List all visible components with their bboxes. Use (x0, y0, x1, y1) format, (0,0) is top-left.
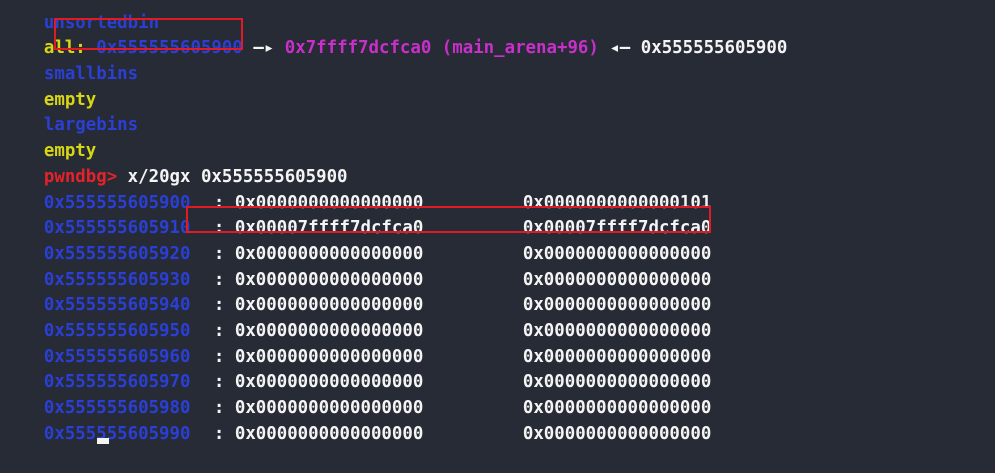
memory-row-address: 0x555555605930 (43, 269, 191, 290)
memory-row-qword-2: 0x0000000000000000 (522, 295, 712, 316)
fd-arrow: —▸ (242, 38, 285, 59)
memory-row-qword-2: 0x0000000000000000 (522, 346, 712, 367)
memory-row-qword-1: 0x0000000000000000 (234, 346, 424, 367)
memory-row-qword-1: 0x0000000000000000 (234, 320, 424, 341)
bk-pointer: 0x555555605900 (640, 38, 788, 59)
smallbins-value: empty (43, 89, 97, 110)
memory-row-qword-1: 0x0000000000000000 (234, 295, 424, 316)
memory-row-qword-1: 0x0000000000000000 (234, 269, 424, 290)
bk-arrow: ◂— (598, 38, 641, 59)
largebins-value: empty (43, 141, 97, 162)
memory-row-address: 0x555555605920 (43, 243, 191, 264)
fd-bk-pointer-highlight (186, 206, 711, 233)
memory-row-qword-2: 0x0000000000000000 (522, 423, 712, 444)
memory-row-qword-1: 0x0000000000000000 (234, 243, 424, 264)
memory-row-qword-1: 0x0000000000000000 (234, 372, 424, 393)
unsortedbin-header-line: unsortedbin (2, 0, 787, 33)
prompt-line[interactable]: pwndbg> x/20gx 0x555555605900 (2, 139, 787, 187)
main-arena-pointer: 0x7ffff7dcfca0 (main_arena+96) (284, 38, 599, 59)
command-text[interactable]: x/20gx 0x555555605900 (117, 167, 348, 187)
memory-row-address: 0x555555605970 (43, 372, 191, 393)
memory-row-address: 0x555555605950 (43, 320, 191, 341)
memory-row-qword-2: 0x0000000000000000 (522, 398, 712, 419)
memory-row-qword-1: 0x0000000000000000 (234, 398, 424, 419)
terminal-cursor (97, 438, 109, 444)
largebins-header: largebins (43, 115, 139, 136)
memory-row-qword-2: 0x0000000000000000 (522, 269, 712, 290)
memory-row-qword-2: 0x0000000000000000 (522, 372, 712, 393)
memory-row-address: 0x555555605980 (43, 398, 191, 419)
memory-row-qword-2: 0x0000000000000000 (522, 243, 712, 264)
unsortedbin-address-highlight (54, 18, 243, 50)
memory-row-address: 0x555555605960 (43, 346, 191, 367)
smallbins-header: smallbins (43, 64, 139, 85)
memory-row-address: 0x555555605940 (43, 295, 191, 316)
largebins-header-line: largebins (2, 88, 787, 135)
pwndbg-prompt: pwndbg> (43, 166, 118, 187)
memory-row-qword-2: 0x0000000000000000 (522, 320, 712, 341)
